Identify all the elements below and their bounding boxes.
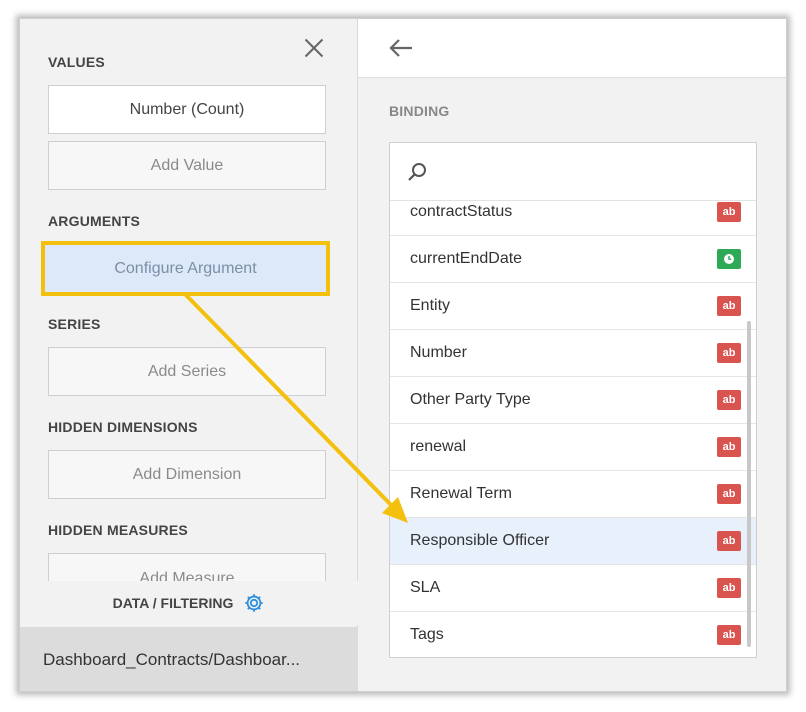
close-icon[interactable] bbox=[303, 37, 325, 59]
data-filtering-label: DATA / FILTERING bbox=[112, 595, 234, 611]
field-name: Number bbox=[410, 344, 467, 361]
gear-icon[interactable] bbox=[243, 592, 265, 614]
field-list-item[interactable]: Renewal Term ab bbox=[390, 471, 756, 518]
field-list-item[interactable]: Number ab bbox=[390, 330, 756, 377]
ab-text-type-icon: ab bbox=[717, 296, 741, 316]
field-list-item[interactable]: Responsible Officer ab bbox=[390, 518, 756, 565]
dashboard-path-footer: Dashboard_Contracts/Dashboar... bbox=[20, 627, 358, 691]
series-section-label: SERIES bbox=[48, 316, 101, 332]
binding-section-label: BINDING bbox=[389, 103, 450, 119]
data-items-panel: VALUES Number (Count) Add Value ARGUMENT… bbox=[20, 19, 358, 691]
field-list-item[interactable]: renewal ab bbox=[390, 424, 756, 471]
binding-header bbox=[358, 19, 786, 78]
field-name: Renewal Term bbox=[410, 485, 512, 502]
ab-text-type-icon: ab bbox=[717, 202, 741, 222]
hidden-measures-section-label: HIDDEN MEASURES bbox=[48, 522, 188, 538]
add-series-button[interactable]: Add Series bbox=[48, 347, 326, 396]
field-list-item[interactable]: SLA ab bbox=[390, 565, 756, 612]
field-name: SLA bbox=[410, 579, 441, 596]
ab-text-type-icon: ab bbox=[717, 484, 741, 504]
search-icon bbox=[408, 163, 426, 181]
field-name: Other Party Type bbox=[410, 391, 531, 408]
field-name: renewal bbox=[410, 438, 467, 455]
clock-icon bbox=[717, 249, 741, 269]
field-list: contractStatus ab currentEndDate Entity ab Nu… bbox=[389, 142, 757, 658]
add-value-button[interactable]: Add Value bbox=[48, 141, 326, 190]
ab-text-type-icon: ab bbox=[717, 343, 741, 363]
add-dimension-button[interactable]: Add Dimension bbox=[48, 450, 326, 499]
field-list-item[interactable]: Entity ab bbox=[390, 283, 756, 330]
dashboard-binding-dialog: VALUES Number (Count) Add Value ARGUMENT… bbox=[19, 18, 787, 692]
values-field-number-count[interactable]: Number (Count) bbox=[48, 85, 326, 134]
field-list-item[interactable]: Tags ab bbox=[390, 612, 756, 657]
field-list-items: contractStatus ab currentEndDate Entity ab Nu… bbox=[390, 189, 756, 657]
field-name: contractStatus bbox=[410, 203, 513, 220]
field-list-item[interactable]: Other Party Type ab bbox=[390, 377, 756, 424]
ab-text-type-icon: ab bbox=[717, 578, 741, 598]
field-search-input[interactable] bbox=[390, 143, 756, 201]
field-name: Responsible Officer bbox=[410, 532, 550, 549]
add-measure-button[interactable]: Add Measure bbox=[48, 553, 326, 581]
ab-text-type-icon: ab bbox=[717, 625, 741, 645]
ab-text-type-icon: ab bbox=[717, 390, 741, 410]
field-list-item[interactable]: currentEndDate bbox=[390, 236, 756, 283]
arrow-left-icon[interactable] bbox=[388, 37, 414, 59]
ab-text-type-icon: ab bbox=[717, 437, 741, 457]
arguments-section-label: ARGUMENTS bbox=[48, 213, 141, 229]
data-filtering-tab[interactable]: DATA / FILTERING bbox=[20, 581, 358, 625]
field-name: Tags bbox=[410, 626, 444, 643]
binding-panel: BINDING contractStatus ab currentEndDate En… bbox=[358, 19, 786, 691]
scrollbar[interactable] bbox=[747, 321, 751, 647]
field-name: Entity bbox=[410, 297, 451, 314]
ab-text-type-icon: ab bbox=[717, 531, 741, 551]
configure-argument-button[interactable]: Configure Argument bbox=[41, 241, 330, 296]
hidden-dimensions-section-label: HIDDEN DIMENSIONS bbox=[48, 419, 198, 435]
values-section-label: VALUES bbox=[48, 54, 105, 70]
field-name: currentEndDate bbox=[410, 250, 523, 267]
